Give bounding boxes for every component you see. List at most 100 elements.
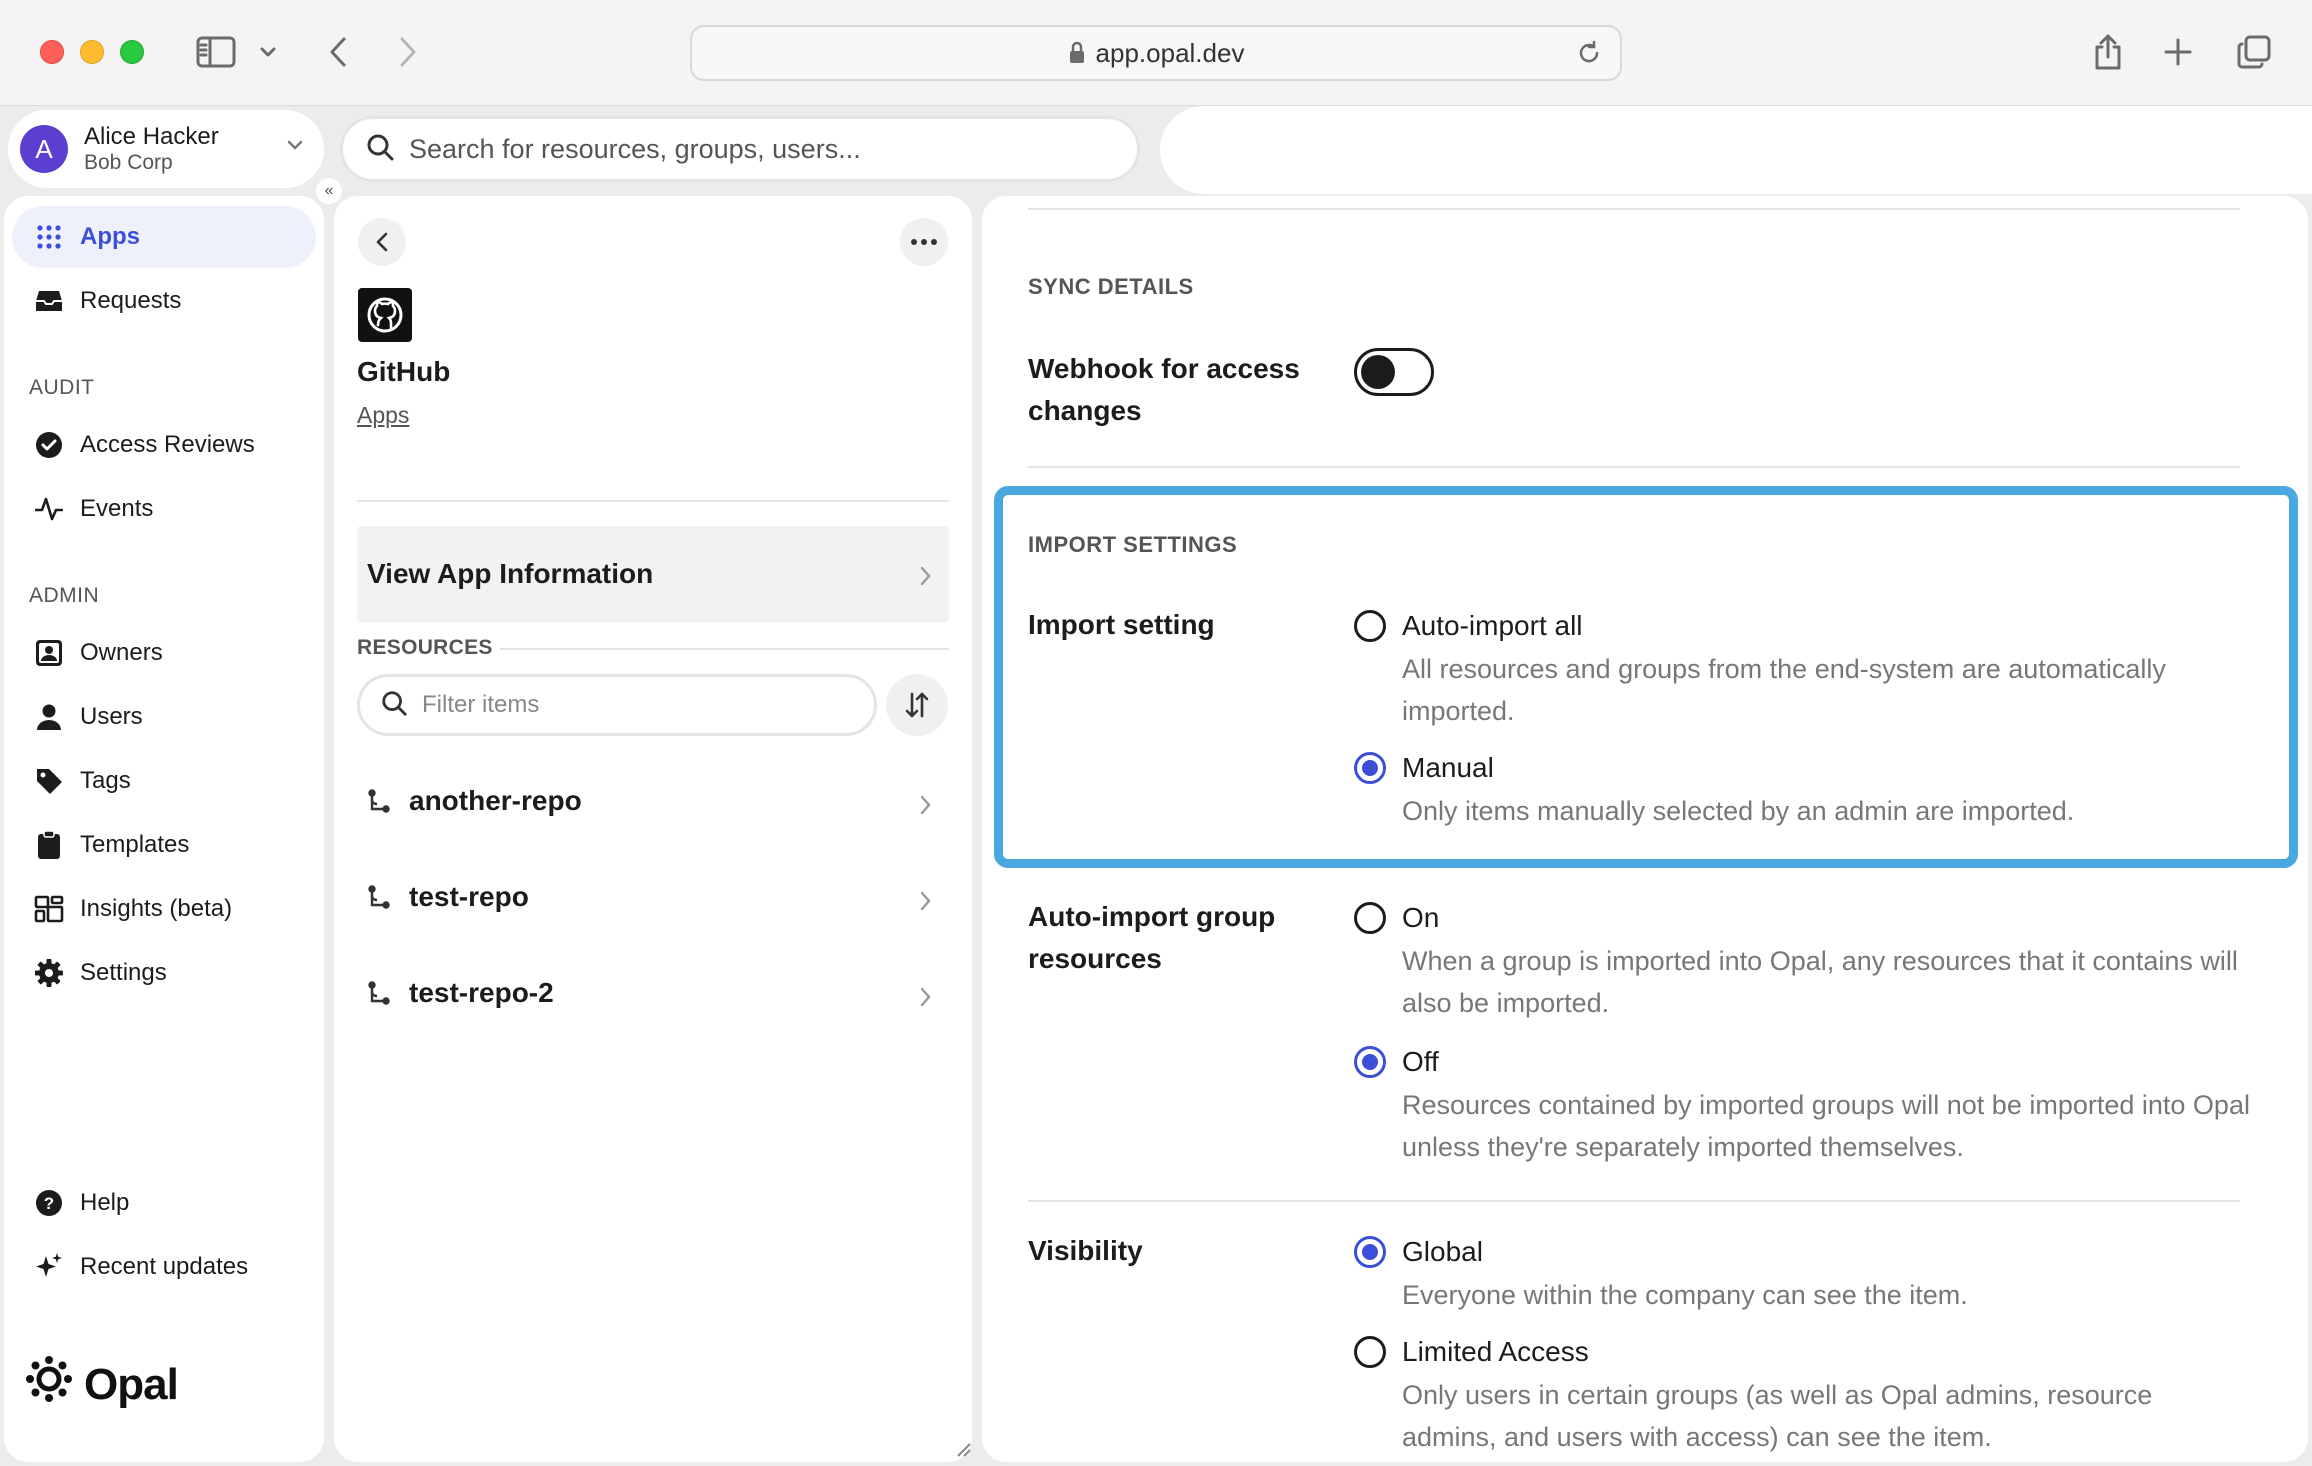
search-input[interactable] <box>409 133 1089 165</box>
view-app-information-button[interactable]: View App Information <box>357 526 949 622</box>
back-button[interactable] <box>358 218 406 266</box>
radio-group-off[interactable]: Off Resources contained by imported grou… <box>1354 1042 2254 1162</box>
chevron-down-icon[interactable] <box>256 30 280 74</box>
breadcrumb-apps-link[interactable]: Apps <box>357 402 409 429</box>
minimize-window-button[interactable] <box>80 40 104 64</box>
forward-arrow-icon[interactable] <box>390 30 426 74</box>
sidebar-item-settings[interactable]: Settings <box>12 942 316 1004</box>
toggle-knob <box>1361 355 1395 389</box>
lock-icon <box>1068 41 1086 65</box>
back-arrow-icon[interactable] <box>320 30 356 74</box>
import-setting-label: Import setting <box>1028 609 1215 640</box>
radio-button[interactable] <box>1354 1236 1386 1268</box>
owner-badge-icon <box>34 638 64 668</box>
sidebar-item-users[interactable]: Users <box>12 686 316 748</box>
account-name: Alice Hacker <box>84 123 219 151</box>
chevron-right-icon <box>919 887 931 919</box>
address-bar[interactable]: app.opal.dev <box>690 25 1622 81</box>
app-title: GitHub <box>357 356 451 387</box>
check-circle-icon <box>34 430 64 460</box>
radio-auto-import-all[interactable]: Auto-import all All resources and groups… <box>1354 606 2254 726</box>
sidebar-item-templates[interactable]: Templates <box>12 814 316 876</box>
sidebar-item-help[interactable]: ? Help <box>12 1172 316 1234</box>
more-options-button[interactable] <box>900 218 948 266</box>
git-branch-icon <box>367 884 391 910</box>
url-text: app.opal.dev <box>1095 37 1245 68</box>
sidebar-item-apps[interactable]: Apps <box>12 206 316 268</box>
sidebar-item-insights[interactable]: Insights (beta) <box>12 878 316 940</box>
reload-icon[interactable] <box>1576 40 1602 73</box>
github-logo-icon <box>358 288 412 342</box>
sync-details-title: SYNC DETAILS <box>1028 274 1194 299</box>
sidebar-item-access-reviews[interactable]: Access Reviews <box>12 414 316 476</box>
close-window-button[interactable] <box>40 40 64 64</box>
radio-button[interactable] <box>1354 902 1386 934</box>
global-search[interactable] <box>340 116 1140 182</box>
git-branch-icon <box>367 980 391 1006</box>
sparkle-icon <box>34 1252 64 1282</box>
sort-button[interactable] <box>886 674 948 736</box>
account-switcher[interactable]: A Alice Hacker Bob Corp <box>8 110 324 188</box>
search-icon <box>365 132 395 167</box>
option-description: Only items manually selected by an admin… <box>1402 796 2075 826</box>
radio-button[interactable] <box>1354 752 1386 784</box>
import-settings-title: IMPORT SETTINGS <box>1028 532 1238 557</box>
help-icon: ? <box>34 1188 64 1218</box>
ellipsis-icon <box>911 239 937 245</box>
filter-box[interactable] <box>357 674 877 736</box>
radio-limited-access[interactable]: Limited Access Only users in certain gro… <box>1354 1332 2254 1452</box>
resize-handle-icon[interactable] <box>954 1440 972 1463</box>
sidebar-item-label: Owners <box>80 639 163 666</box>
divider <box>357 500 949 502</box>
sidebar-item-label: Access Reviews <box>80 431 255 458</box>
sidebar-item-label: Apps <box>80 223 140 250</box>
resource-item[interactable]: another-repo <box>357 761 949 841</box>
grid-icon <box>34 222 64 252</box>
radio-button[interactable] <box>1354 1046 1386 1078</box>
sidebar-item-requests[interactable]: Requests <box>12 270 316 332</box>
resources-section-label: RESOURCES <box>357 636 493 659</box>
admin-section-label: ADMIN <box>29 584 100 607</box>
resource-item[interactable]: test-repo-2 <box>357 953 949 1033</box>
divider <box>1028 1200 2240 1202</box>
inbox-icon <box>34 286 64 316</box>
radio-global[interactable]: Global Everyone within the company can s… <box>1354 1232 2254 1312</box>
webhook-label: Webhook for access changes <box>1028 353 1300 426</box>
chevron-down-icon <box>286 138 304 156</box>
divider <box>500 648 949 650</box>
collapse-sidebar-button[interactable]: « <box>316 178 342 204</box>
radio-button[interactable] <box>1354 1336 1386 1368</box>
sidebar: Apps Requests AUDIT Access Reviews Event… <box>4 196 324 1462</box>
activity-icon <box>34 494 64 524</box>
radio-manual[interactable]: Manual Only items manually selected by a… <box>1354 748 2254 828</box>
tabs-overview-icon[interactable] <box>2234 30 2274 74</box>
gear-icon <box>34 958 64 988</box>
sidebar-item-tags[interactable]: Tags <box>12 750 316 812</box>
sidebar-item-owners[interactable]: Owners <box>12 622 316 684</box>
filter-input[interactable] <box>422 691 842 719</box>
auto-import-group-label: Auto-import group resources <box>1028 901 1276 974</box>
option-title: Manual <box>1402 752 1494 783</box>
new-tab-icon[interactable] <box>2160 30 2196 74</box>
option-description: When a group is imported into Opal, any … <box>1402 946 2238 1018</box>
zoom-window-button[interactable] <box>120 40 144 64</box>
share-icon[interactable] <box>2090 30 2126 74</box>
radio-group-on[interactable]: On When a group is imported into Opal, a… <box>1354 898 2254 1018</box>
webhook-toggle[interactable] <box>1354 348 1434 396</box>
sidebar-item-recent-updates[interactable]: Recent updates <box>12 1236 316 1298</box>
sidebar-toggle-icon[interactable] <box>194 30 238 74</box>
sidebar-item-events[interactable]: Events <box>12 478 316 540</box>
option-description: Everyone within the company can see the … <box>1402 1280 1968 1310</box>
option-description: Resources contained by imported groups w… <box>1402 1090 2250 1162</box>
sidebar-item-label: Requests <box>80 287 182 314</box>
chevron-left-icon <box>376 232 388 252</box>
resource-name: another-repo <box>409 785 582 816</box>
resource-item[interactable]: test-repo <box>357 857 949 937</box>
opal-logo-icon <box>24 1354 74 1415</box>
radio-button[interactable] <box>1354 610 1386 642</box>
option-title: Global <box>1402 1236 1483 1267</box>
opal-logo-text: Opal <box>84 1359 179 1409</box>
sidebar-item-label: Events <box>80 495 154 522</box>
settings-panel: SYNC DETAILS Webhook for access changes … <box>982 196 2308 1462</box>
sidebar-item-label: Help <box>80 1189 130 1216</box>
